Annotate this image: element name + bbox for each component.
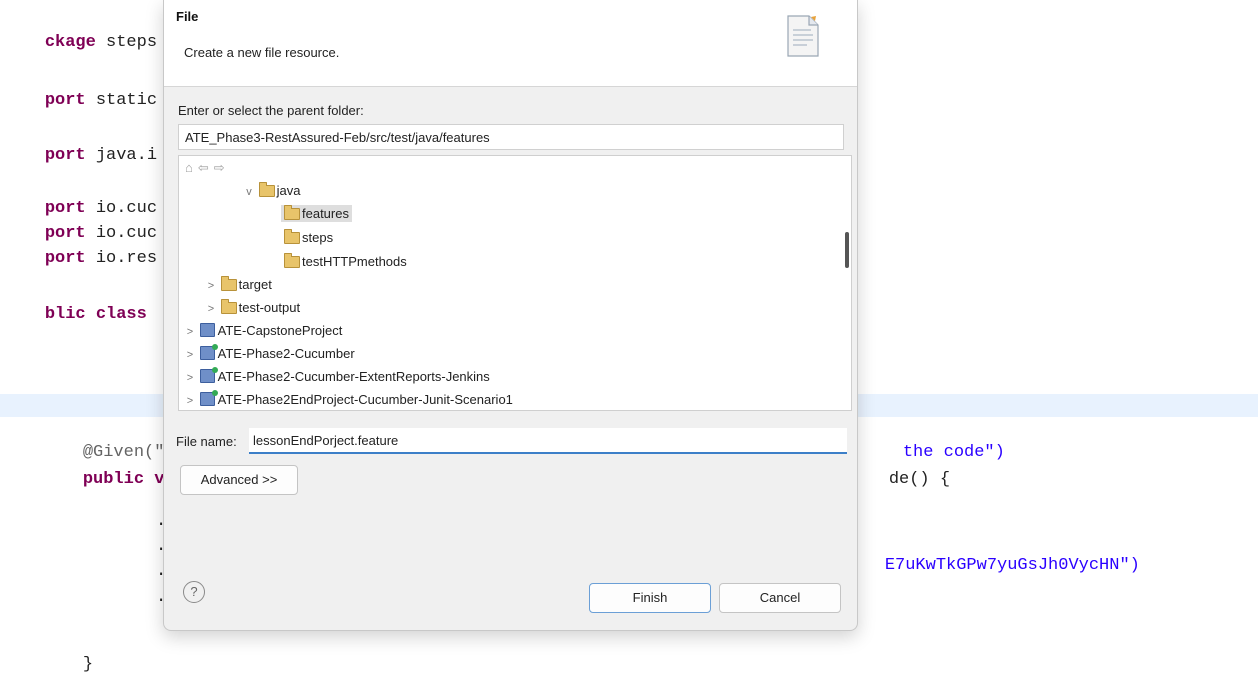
file-name-input[interactable] <box>249 428 847 454</box>
tree-navigation: ⌂⇦⇨ <box>185 160 230 176</box>
tree-item-label: testHTTPmethods <box>302 254 407 269</box>
tree-item-label: features <box>302 206 349 221</box>
code-keyword: port <box>44 146 86 165</box>
tree-item-label: ATE-Phase2EndProject-Cucumber-Junit-Scen… <box>217 392 513 407</box>
advanced-button[interactable]: Advanced >> <box>180 465 298 495</box>
code-line-public-tail: de() { <box>848 451 950 508</box>
code-line-import-static: port static <box>4 72 157 129</box>
code-text: java.i <box>85 146 158 165</box>
tree-item-test-output[interactable]: > test-output <box>205 297 300 319</box>
folder-tree[interactable]: ⌂⇦⇨ v java features steps testHTTPmethod… <box>178 155 852 411</box>
chevron-right-icon[interactable]: > <box>184 390 196 412</box>
code-keyword: blic <box>44 305 86 324</box>
code-line-closing-brace: } <box>42 636 93 693</box>
code-line-package: ckage steps <box>4 14 157 71</box>
tree-item-label: test-output <box>238 300 301 315</box>
cancel-button[interactable]: Cancel <box>719 583 841 613</box>
code-line-import-restassured: port io.res <box>4 230 157 287</box>
chevron-right-icon[interactable]: > <box>184 344 196 366</box>
new-file-wizard-icon <box>787 15 819 57</box>
folder-icon <box>284 228 300 244</box>
tree-item-label: ATE-Phase2-Cucumber <box>217 346 355 361</box>
folder-icon <box>284 252 300 268</box>
tree-item-features[interactable]: features <box>281 203 352 225</box>
tree-item-ate-phase2endproject[interactable]: > ATE-Phase2EndProject-Cucumber-Junit-Sc… <box>184 389 513 411</box>
maven-project-icon <box>199 389 218 406</box>
tree-item-label: ATE-CapstoneProject <box>217 323 343 338</box>
help-icon[interactable]: ? <box>183 581 205 603</box>
tree-item-label: target <box>238 277 272 292</box>
code-text: de() { <box>888 470 951 489</box>
tree-item-ate-phase2-cucumber[interactable]: > ATE-Phase2-Cucumber <box>184 343 355 365</box>
new-file-dialog: File Create a new file resource. Enter o… <box>163 0 858 631</box>
chevron-right-icon[interactable]: > <box>184 321 196 343</box>
chevron-right-icon[interactable]: > <box>205 275 217 297</box>
code-text: io.res <box>85 249 158 268</box>
chevron-right-icon[interactable]: > <box>184 367 196 389</box>
maven-project-icon <box>199 366 218 383</box>
forward-arrow-icon[interactable]: ⇨ <box>214 160 230 176</box>
code-keyword: port <box>44 249 86 268</box>
code-text: static <box>85 91 158 110</box>
dialog-subtitle: Create a new file resource. <box>184 45 340 60</box>
tree-item-label: ATE-Phase2-Cucumber-ExtentReports-Jenkin… <box>217 369 490 384</box>
folder-icon <box>220 275 237 291</box>
tree-item-steps[interactable]: steps <box>284 227 333 249</box>
chevron-right-icon[interactable]: > <box>205 298 217 320</box>
chevron-down-icon[interactable]: v <box>243 181 255 203</box>
code-keyword: port <box>44 91 86 110</box>
tree-item-label: java <box>276 183 301 198</box>
maven-project-icon <box>199 343 218 360</box>
home-icon[interactable]: ⌂ <box>185 160 198 175</box>
project-icon <box>199 322 215 337</box>
code-line-token: E7uKwTkGPw7yuGsJh0VycHN") <box>844 537 1140 594</box>
folder-icon <box>284 204 300 220</box>
tree-item-target[interactable]: > target <box>205 274 272 296</box>
code-string: E7uKwTkGPw7yuGsJh0VycHN") <box>884 556 1140 575</box>
tree-item-ate-capstoneproject[interactable]: > ATE-CapstoneProject <box>184 320 342 342</box>
code-keyword: ckage <box>44 33 96 52</box>
code-text: } <box>82 655 94 674</box>
code-line-class: blic class <box>4 286 147 343</box>
folder-icon <box>258 181 275 197</box>
tree-item-java[interactable]: v java <box>243 180 300 202</box>
tree-scrollbar-thumb[interactable] <box>845 232 849 268</box>
parent-folder-input[interactable]: ATE_Phase3-RestAssured-Feb/src/test/java… <box>178 124 844 150</box>
dialog-title: File <box>176 9 199 24</box>
code-keyword: class <box>85 305 147 324</box>
finish-button[interactable]: Finish <box>589 583 711 613</box>
folder-icon <box>220 298 237 314</box>
parent-folder-label: Enter or select the parent folder: <box>178 103 364 118</box>
back-arrow-icon[interactable]: ⇦ <box>198 160 214 176</box>
file-name-label: File name: <box>176 434 237 449</box>
tree-item-label: steps <box>302 230 334 245</box>
code-line-import-java: port java.i <box>4 127 157 184</box>
tree-item-testhttpmethods[interactable]: testHTTPmethods <box>284 251 407 273</box>
tree-item-ate-phase2-extentreports[interactable]: > ATE-Phase2-Cucumber-ExtentReports-Jenk… <box>184 366 490 388</box>
dialog-header: File Create a new file resource. <box>164 0 857 87</box>
code-text: steps <box>95 33 158 52</box>
